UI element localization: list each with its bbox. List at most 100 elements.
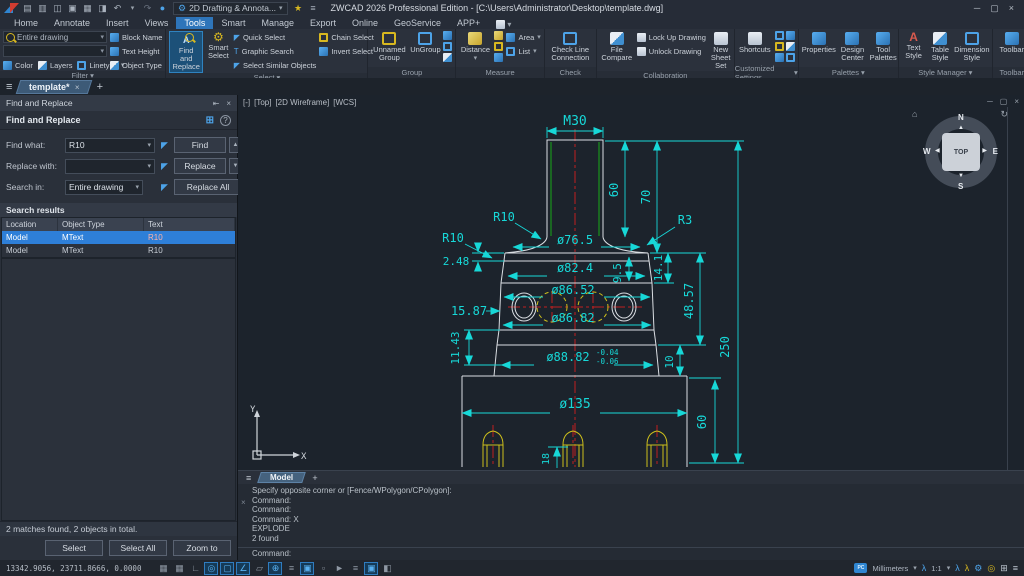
filter-block-name-button[interactable]: Block Name [110, 31, 162, 43]
dynamic-input-toggle[interactable]: ▱ [252, 562, 266, 575]
custom-table-icon[interactable] [775, 53, 784, 62]
custom-columns-icon[interactable] [786, 31, 795, 40]
minimize-button[interactable]: ─ [974, 3, 980, 14]
save-icon[interactable]: ◫ [51, 2, 64, 15]
tab-tools[interactable]: Tools [176, 17, 213, 29]
area-button[interactable]: Area▾ [506, 31, 540, 43]
clean-screen-icon[interactable]: ◎ [987, 563, 995, 574]
new-sheet-set-button[interactable]: New Sheet Set [709, 31, 733, 71]
filter-color-button[interactable]: Color [3, 59, 33, 71]
find-and-replace-button[interactable]: A Find and Replace [169, 31, 203, 73]
units-caret-icon[interactable]: ▾ [913, 564, 917, 572]
batch-settings-icon[interactable]: ⊞ [206, 115, 214, 126]
drawing-viewport[interactable]: [-] [Top] [2D Wireframe] [WCS] ─ ▢ × ⌂ ↻… [238, 95, 1024, 470]
object-snap-tracking-toggle[interactable]: ▢ [220, 562, 234, 575]
list-button[interactable]: List▾ [506, 45, 540, 57]
measure-angle-icon[interactable] [494, 53, 503, 62]
tab-app-plus[interactable]: APP+ [449, 17, 488, 29]
drawing-minimize-icon[interactable]: ─ [987, 97, 993, 106]
cube-east[interactable]: E [993, 147, 998, 156]
design-center-button[interactable]: Design Center [839, 31, 866, 67]
cube-arrow-up-icon[interactable]: ▲ [958, 125, 964, 131]
group-manager-icon[interactable] [443, 31, 452, 40]
table-row[interactable]: Model MText R10 [2, 244, 235, 257]
annotation-scale-icon[interactable]: λ [922, 563, 927, 574]
fullscreen-icon[interactable]: ⊞ [1000, 563, 1008, 574]
undo-icon[interactable]: ↶ [111, 2, 124, 15]
replace-pick-object-icon[interactable]: ◤ [158, 161, 171, 172]
selection-cycling-toggle[interactable]: ▫ [316, 562, 330, 575]
replace-all-button[interactable]: Replace All [174, 179, 242, 195]
tab-manage[interactable]: Manage [253, 17, 302, 29]
tool-palettes-button[interactable]: Tool Palettes [869, 31, 897, 67]
select-all-button[interactable]: Select All [109, 540, 167, 556]
units-selector[interactable]: Millimeters [872, 564, 908, 573]
measure-pencil-icon[interactable] [494, 31, 503, 40]
help-icon[interactable]: ? [220, 115, 231, 126]
workspace-gear-icon[interactable]: ⚙ [974, 563, 982, 574]
view-control[interactable]: [Top] [254, 98, 271, 107]
undo-dropdown-icon[interactable]: ▾ [126, 2, 139, 15]
filter-search-box[interactable]: Entire drawing ▾ [3, 31, 107, 43]
tab-smart[interactable]: Smart [213, 17, 253, 29]
drawing-close-icon[interactable]: × [1014, 97, 1019, 106]
open-file-icon[interactable]: ▥ [36, 2, 49, 15]
filter-text-height-button[interactable]: Text Height [110, 45, 162, 57]
tab-online[interactable]: Online [344, 17, 386, 29]
command-input[interactable]: Command: [252, 549, 291, 558]
file-compare-button[interactable]: File Compare [600, 31, 634, 71]
distance-button[interactable]: Distance ▾ [459, 31, 491, 67]
ucs-control[interactable]: [WCS] [333, 98, 356, 107]
favorites-icon[interactable]: ★ [292, 2, 305, 15]
table-style-button[interactable]: Table Style [928, 31, 952, 67]
doc-menu-icon[interactable]: ≡ [6, 81, 12, 93]
panel-close-icon[interactable]: × [226, 99, 231, 108]
tab-views[interactable]: Views [137, 17, 177, 29]
select-similar-objects-button[interactable]: ◤Select Similar Objects [234, 59, 317, 71]
custom-copy-icon[interactable] [786, 53, 795, 62]
drawing-restore-icon[interactable]: ▢ [1000, 97, 1008, 106]
transparency-toggle[interactable]: ▣ [300, 562, 314, 575]
check-line-connection-button[interactable]: Check Line Connection [548, 31, 593, 67]
grid-display-toggle[interactable]: ▦ [156, 562, 170, 575]
panel-pin-icon[interactable]: ⇤ [213, 99, 220, 108]
customized-settings-group-label[interactable]: Customized Settings▾ [735, 67, 798, 78]
tab-home[interactable]: Home [6, 17, 46, 29]
isolate-objects-toggle[interactable]: ◧ [380, 562, 394, 575]
tab-insert[interactable]: Insert [98, 17, 137, 29]
ortho-mode-toggle[interactable]: ∟ [188, 562, 202, 575]
find-what-combo[interactable]: R10▾ [65, 138, 155, 153]
graphic-search-button[interactable]: TGraphic Search [234, 45, 317, 57]
search-pick-object-icon[interactable]: ◤ [158, 182, 171, 193]
workspace-toggle[interactable]: ▣ [364, 562, 378, 575]
annotation-monitor-toggle[interactable]: ► [332, 562, 346, 575]
replace-with-combo[interactable]: ▾ [65, 159, 155, 174]
unlock-drawing-button[interactable]: Unlock Drawing [637, 45, 706, 57]
smart-select-button[interactable]: ⚙ Smart Select [206, 31, 231, 73]
dimension-style-button[interactable]: Dimension Style [955, 31, 989, 67]
zoom-to-button[interactable]: Zoom to [173, 540, 231, 556]
lock-up-drawing-button[interactable]: Lock Up Drawing [637, 31, 706, 43]
custom-pdf-icon[interactable] [775, 42, 784, 51]
toolbar-button[interactable]: Toolbar [996, 31, 1024, 67]
plot-preview-icon[interactable]: ◨ [96, 2, 109, 15]
properties-button[interactable]: Properties [802, 31, 836, 67]
annotation-scale-value[interactable]: 1:1 [931, 564, 941, 573]
customization-menu-icon[interactable]: ≡ [1013, 563, 1018, 574]
cube-south[interactable]: S [958, 182, 963, 191]
column-location[interactable]: Location [2, 218, 58, 231]
sync-icon[interactable]: ● [156, 2, 169, 15]
rotate-icon[interactable]: ↻ [1000, 109, 1008, 120]
hardware-acceleration-icon[interactable]: PC [854, 563, 867, 573]
quick-select-button[interactable]: ◤Quick Select [234, 31, 317, 43]
redo-icon[interactable]: ↷ [141, 2, 154, 15]
search-in-combo[interactable]: Entire drawing▾ [65, 180, 143, 195]
filter-value-combo[interactable]: ▾ [3, 45, 107, 57]
column-text[interactable]: Text [144, 218, 235, 231]
ungroup-button[interactable]: UnGroup [410, 31, 440, 67]
osnap-toggle[interactable]: ◎ [204, 562, 218, 575]
ribbon-display-toggle[interactable]: ▾ [496, 20, 511, 29]
viewport-scrollbar[interactable] [1007, 107, 1008, 470]
tab-annotate[interactable]: Annotate [46, 17, 98, 29]
cube-west[interactable]: W [923, 147, 931, 156]
